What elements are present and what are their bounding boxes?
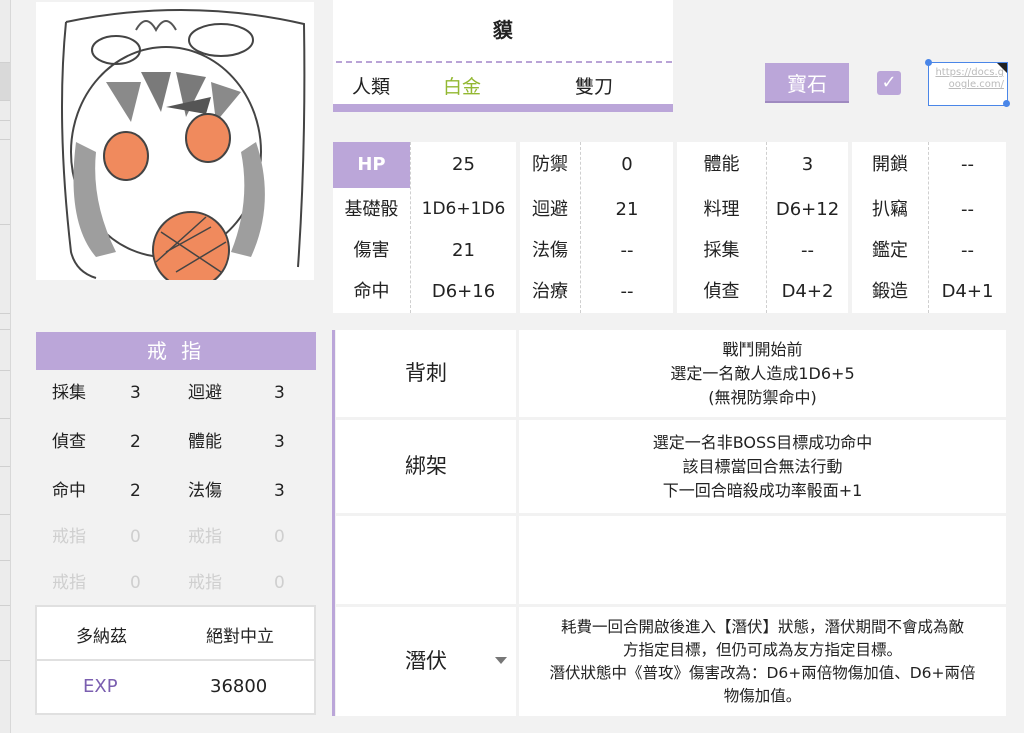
- stat-value: 21: [452, 240, 475, 261]
- stat-label: 基礎骰: [344, 199, 399, 220]
- stat-label: 鑑定: [872, 240, 908, 261]
- skill-line: 選定一名敵人造成1D6+5: [670, 363, 855, 383]
- ring-label: 戒指: [52, 573, 86, 593]
- skill-line: 戰鬥開始前: [722, 339, 803, 359]
- skill-line: 選定一名非BOSS目標成功命中: [652, 432, 873, 452]
- ring-label: 採集: [52, 383, 86, 403]
- skill-line: 潛伏狀態中《普攻》傷害改為：D6+兩倍物傷加值、D6+兩倍: [549, 663, 976, 682]
- stat-label: 迴避: [532, 199, 568, 220]
- ring-value: 3: [130, 383, 141, 403]
- link-text[interactable]: https://docs.google.com/: [934, 67, 1004, 91]
- stat-label: 鍛造: [872, 281, 908, 302]
- gem-button[interactable]: 寶石: [765, 63, 849, 103]
- deity: 多納茲: [76, 627, 127, 647]
- ring-value: 2: [130, 432, 141, 452]
- alignment: 絕對中立: [206, 627, 274, 647]
- stat-value: 0: [621, 154, 633, 175]
- stat-value: 25: [452, 154, 475, 175]
- ring-value: 2: [130, 481, 141, 501]
- stat-label: 開鎖: [872, 154, 908, 175]
- stat-value: --: [801, 240, 814, 261]
- stat-value: --: [961, 240, 974, 261]
- skills-accent-bar: [332, 330, 335, 716]
- exp-value: 36800: [210, 676, 268, 697]
- stat-label: 採集: [703, 240, 740, 261]
- stat-value: 3: [801, 154, 814, 175]
- ring-label: 戒指: [188, 573, 222, 593]
- skill-description-empty: [519, 516, 1006, 604]
- info-divider: [37, 659, 315, 661]
- ring-label: 命中: [52, 481, 86, 501]
- stat-value: D6+16: [431, 281, 496, 302]
- skill-line: 下一回合暗殺成功率骰面+1: [662, 480, 863, 500]
- stat-value: --: [961, 199, 974, 220]
- character-weapon: 雙刀: [575, 76, 614, 98]
- checkmark-icon: ✓: [881, 72, 897, 93]
- stat-value: D4+2: [781, 281, 834, 302]
- selection-handle[interactable]: [925, 59, 932, 66]
- ring-value: 3: [274, 432, 285, 452]
- character-race: 人類: [352, 76, 391, 98]
- skill-description: 耗費一回合開啟後進入【潛伏】狀態，潛伏期間不會成為敵 方指定目標，但仍可成為友方…: [519, 607, 1006, 716]
- stat-value: D4+1: [941, 281, 994, 302]
- selection-handle[interactable]: [1003, 100, 1010, 107]
- ring-label: 法傷: [188, 481, 222, 501]
- exp-label: EXP: [83, 676, 118, 697]
- stat-label: 法傷: [532, 240, 568, 261]
- ring-value: 0: [274, 527, 285, 547]
- ring-value: 3: [274, 383, 285, 403]
- row-gutter: [0, 0, 11, 733]
- skill-line: 該目標當回合無法行動: [682, 456, 843, 476]
- skill-line: 方指定目標，但仍可成為友方指定目標。: [622, 640, 902, 659]
- character-name: 貘: [493, 18, 513, 42]
- ring-title: 戒 指: [36, 332, 316, 370]
- ring-label: 偵查: [52, 432, 86, 452]
- stat-value: --: [620, 281, 634, 302]
- ring-label: 體能: [188, 432, 222, 452]
- ring-value: 0: [274, 573, 285, 593]
- skill-name: 綁架: [336, 420, 516, 513]
- ring-value: 0: [130, 527, 141, 547]
- stat-label: 命中: [353, 281, 390, 302]
- character-portrait: [36, 2, 314, 289]
- skill-name-empty: [336, 516, 516, 604]
- stat-value: --: [961, 154, 974, 175]
- stat-label: 扒竊: [872, 199, 908, 220]
- dropdown-caret-icon[interactable]: [495, 657, 507, 664]
- skill-description: 戰鬥開始前 選定一名敵人造成1D6+5 (無視防禦命中): [519, 330, 1006, 417]
- stat-label: 體能: [703, 154, 740, 175]
- character-rank: 白金: [443, 76, 482, 98]
- ring-value: 3: [274, 481, 285, 501]
- skill-description: 選定一名非BOSS目標成功命中 該目標當回合無法行動 下一回合暗殺成功率骰面+1: [519, 420, 1006, 513]
- skill-select[interactable]: 潛伏: [336, 607, 516, 716]
- ring-label: 戒指: [188, 527, 222, 547]
- stat-label: 偵查: [703, 281, 740, 302]
- stat-label: 治療: [532, 281, 568, 302]
- skill-line: 耗費一回合開啟後進入【潛伏】狀態，潛伏期間不會成為敵: [560, 617, 964, 636]
- stat-label: 傷害: [353, 240, 390, 261]
- stat-value: 21: [615, 199, 639, 220]
- stat-label: 料理: [703, 199, 740, 220]
- header-divider: [336, 61, 672, 63]
- link-cell[interactable]: https://docs.google.com/: [928, 62, 1008, 106]
- skill-line: 物傷加值。: [723, 686, 802, 705]
- skill-name: 背刺: [336, 330, 516, 417]
- stat-value: --: [620, 240, 634, 261]
- ring-label: 戒指: [52, 527, 86, 547]
- stat-value: 1D6+1D6: [421, 199, 506, 219]
- stat-label: 防禦: [532, 154, 568, 175]
- skill-line: (無視防禦命中): [708, 387, 817, 407]
- row-gutter-selection: [0, 62, 10, 100]
- stat-value: D6+12: [775, 199, 840, 220]
- ring-label: 迴避: [188, 383, 222, 403]
- header-accent-bar: [333, 104, 673, 112]
- ring-value: 0: [130, 573, 141, 593]
- note-corner-icon: [997, 63, 1007, 73]
- checkbox-checked[interactable]: ✓: [877, 71, 901, 95]
- stat-label-hp: HP: [333, 142, 410, 188]
